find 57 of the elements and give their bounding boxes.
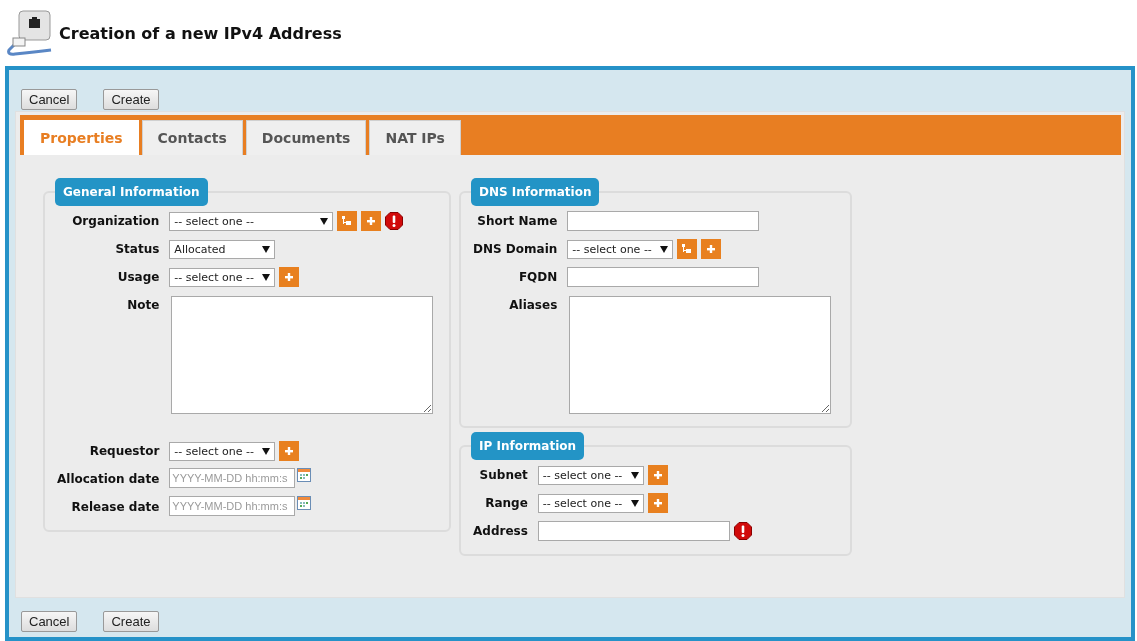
field-label: Short Name: [476, 213, 558, 230]
dropdown-arrow-icon: [262, 273, 271, 281]
dropdown-arrow-icon: [320, 217, 329, 225]
dropdown[interactable]: -- select one --: [537, 493, 644, 513]
field-label: Organization: [71, 213, 160, 230]
field-label: Subnet: [478, 467, 528, 484]
tab[interactable]: NAT IPs: [369, 120, 461, 155]
dropdown-arrow-icon: [660, 245, 669, 253]
dropdown[interactable]: -- select one --: [169, 211, 334, 231]
field-label: Range: [484, 495, 528, 512]
text-field[interactable]: [537, 521, 730, 541]
create-button[interactable]: Create: [103, 89, 159, 110]
date-field[interactable]: YYYY-MM-DD hh:mm:s: [169, 496, 296, 516]
dropdown[interactable]: -- select one --: [169, 441, 276, 461]
cancel-button[interactable]: Cancel: [21, 89, 78, 110]
plus-icon[interactable]: [279, 441, 300, 461]
field-label: FQDN: [517, 269, 558, 286]
plus-icon[interactable]: [279, 267, 300, 287]
plus-icon[interactable]: [701, 239, 722, 259]
field-label: Aliases: [508, 297, 558, 314]
dropdown-arrow-icon: [262, 245, 271, 253]
field-label: Requestor: [88, 443, 160, 460]
section-title: General Information: [55, 178, 208, 206]
cancel-button[interactable]: Cancel: [21, 611, 78, 632]
date-field[interactable]: YYYY-MM-DD hh:mm:s: [169, 468, 296, 488]
text-field[interactable]: [567, 267, 760, 287]
text-area[interactable]: [171, 296, 434, 414]
text-area[interactable]: [569, 296, 832, 414]
section-title: DNS Information: [471, 178, 600, 206]
calendar-icon[interactable]: [297, 468, 312, 482]
dropdown[interactable]: -- select one --: [537, 465, 644, 485]
field-label: Status: [114, 241, 160, 258]
page-title: Creation of a new IPv4 Address: [59, 23, 342, 43]
field-label: DNS Domain: [473, 241, 558, 258]
plus-icon[interactable]: [647, 465, 668, 485]
tree-icon[interactable]: [337, 211, 358, 231]
tab[interactable]: Contacts: [141, 120, 243, 155]
section-title: IP Information: [471, 432, 585, 460]
field-label: Address: [473, 523, 528, 540]
tab[interactable]: Documents: [245, 120, 367, 155]
dropdown-arrow-icon: [630, 499, 639, 507]
plus-icon[interactable]: [647, 493, 668, 513]
plus-icon[interactable]: [361, 211, 382, 231]
calendar-icon[interactable]: [297, 496, 312, 510]
dropdown[interactable]: -- select one --: [169, 267, 276, 287]
tree-icon[interactable]: [677, 239, 698, 259]
dropdown-arrow-icon: [262, 447, 271, 455]
field-label: Allocation date: [57, 471, 160, 488]
field-label: Note: [126, 297, 160, 314]
create-button[interactable]: Create: [103, 611, 159, 632]
dropdown[interactable]: -- select one --: [567, 239, 674, 259]
dropdown-arrow-icon: [630, 471, 639, 479]
text-field[interactable]: [567, 211, 760, 231]
field-label: Release date: [70, 499, 160, 516]
dropdown[interactable]: Allocated: [169, 239, 276, 259]
network-cable-icon: [5, 10, 53, 56]
field-label: Usage: [116, 269, 160, 286]
